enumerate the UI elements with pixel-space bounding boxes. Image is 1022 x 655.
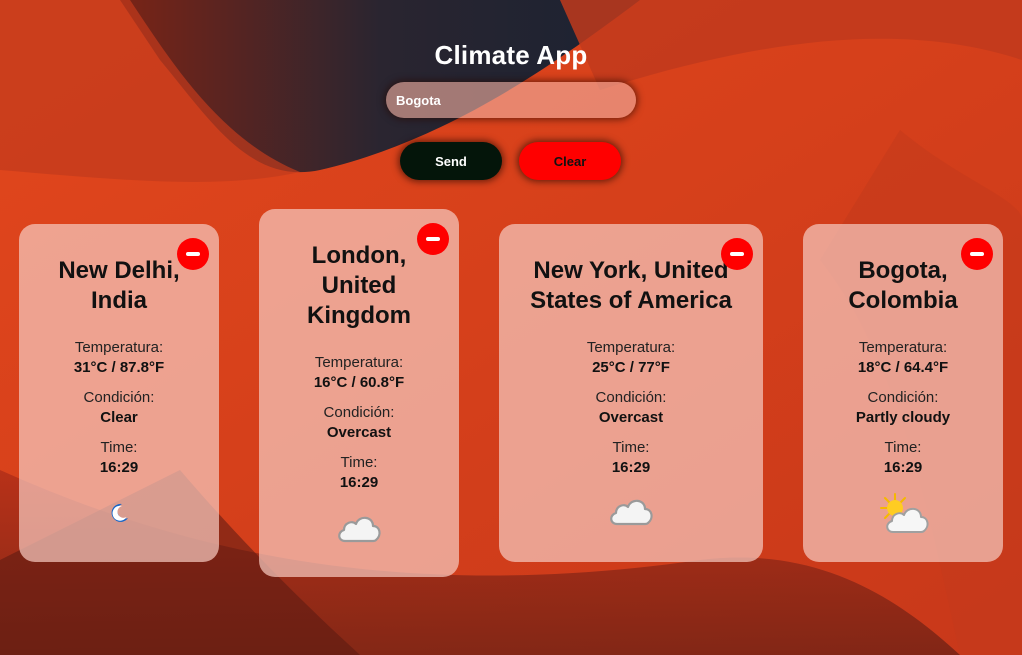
condition-label: Condición:	[323, 404, 395, 421]
temperature-label: Temperatura:	[314, 354, 404, 371]
minus-icon	[426, 237, 440, 241]
weather-card-new-york: New York, United States of America Tempe…	[499, 224, 763, 562]
time-value: 16:29	[611, 459, 651, 476]
city-search-input[interactable]	[386, 82, 636, 118]
remove-card-button[interactable]	[721, 238, 753, 270]
temperature-value: 25°C / 77°F	[592, 359, 670, 376]
app-title: Climate App	[434, 40, 588, 70]
remove-card-button[interactable]	[417, 223, 449, 255]
time-value: 16:29	[883, 459, 923, 476]
temperature-value: 16°C / 60.8°F	[313, 374, 405, 391]
weather-card-london: London, United Kingdom Temperatura: 16°C…	[259, 209, 459, 577]
temperature-label: Temperatura:	[74, 339, 164, 356]
time-value: 16:29	[99, 459, 139, 476]
minus-icon	[186, 252, 200, 256]
temperature-value: 18°C / 64.4°F	[857, 359, 949, 376]
condition-value: Clear	[100, 409, 138, 426]
minus-icon	[970, 252, 984, 256]
minus-icon	[730, 252, 744, 256]
remove-card-button[interactable]	[961, 238, 993, 270]
time-value: 16:29	[339, 474, 379, 491]
condition-label: Condición:	[595, 389, 667, 406]
weather-card-bogota: Bogota, Colombia Temperatura: 18°C / 64.…	[803, 224, 1003, 562]
remove-card-button[interactable]	[177, 238, 209, 270]
condition-value: Partly cloudy	[855, 409, 951, 426]
temperature-value: 31°C / 87.8°F	[73, 359, 165, 376]
time-label: Time:	[884, 439, 922, 456]
clear-button[interactable]: Clear	[519, 142, 621, 180]
city-name: New York, United States of America	[530, 257, 732, 314]
temperature-label: Temperatura:	[586, 339, 676, 356]
time-label: Time:	[100, 439, 138, 456]
cloud-icon	[338, 516, 381, 543]
send-button[interactable]: Send	[400, 142, 502, 180]
temperature-label: Temperatura:	[858, 339, 948, 356]
weather-card-new-delhi: New Delhi, India Temperatura: 31°C / 87.…	[19, 224, 219, 562]
cloud-icon	[610, 499, 653, 526]
time-label: Time:	[612, 439, 650, 456]
condition-value: Overcast	[326, 424, 392, 441]
condition-label: Condición:	[83, 389, 155, 406]
condition-label: Condición:	[867, 389, 939, 406]
moon-icon	[111, 503, 128, 522]
condition-value: Overcast	[598, 409, 664, 426]
time-label: Time:	[340, 454, 378, 471]
sun-cloud-icon	[880, 493, 929, 533]
